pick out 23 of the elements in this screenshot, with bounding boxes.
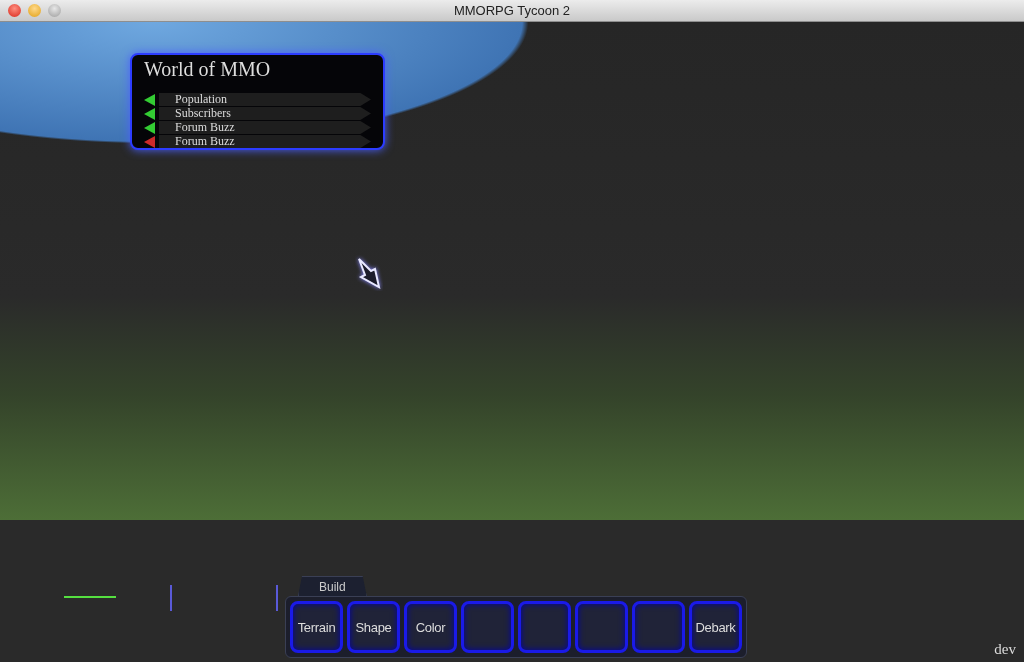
stat-bar: Forum Buzz — [159, 135, 371, 148]
empty-tool-slot[interactable] — [575, 601, 628, 653]
tool-button[interactable]: Shape — [347, 601, 400, 653]
stat-bar: Population — [159, 93, 371, 106]
marker-line — [276, 585, 278, 611]
tool-button[interactable]: Terrain — [290, 601, 343, 653]
empty-tool-slot[interactable] — [632, 601, 685, 653]
window-title: MMORPG Tycoon 2 — [453, 3, 571, 18]
stat-bar: Forum Buzz — [159, 121, 371, 134]
close-button[interactable] — [8, 4, 21, 17]
empty-tool-slot[interactable] — [518, 601, 571, 653]
minimize-button[interactable] — [28, 4, 41, 17]
tool-button[interactable]: Color — [404, 601, 457, 653]
marker-line — [170, 585, 172, 611]
indicator-line — [64, 596, 116, 598]
empty-tool-slot[interactable] — [461, 601, 514, 653]
stat-bar: Subscribers — [159, 107, 371, 120]
build-tab[interactable]: Build — [298, 576, 367, 596]
panel-title: World of MMO — [144, 58, 271, 81]
tool-button[interactable]: Debark — [689, 601, 742, 653]
zoom-button[interactable] — [48, 4, 61, 17]
pointer-cursor-icon — [355, 255, 383, 291]
dev-label: dev — [994, 641, 1016, 658]
